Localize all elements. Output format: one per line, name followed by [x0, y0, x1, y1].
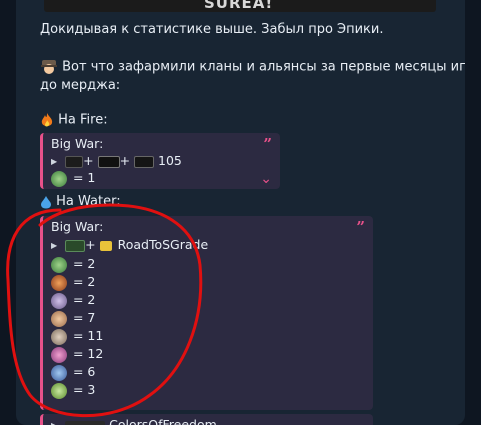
red-annotation-circle: [6, 203, 203, 418]
